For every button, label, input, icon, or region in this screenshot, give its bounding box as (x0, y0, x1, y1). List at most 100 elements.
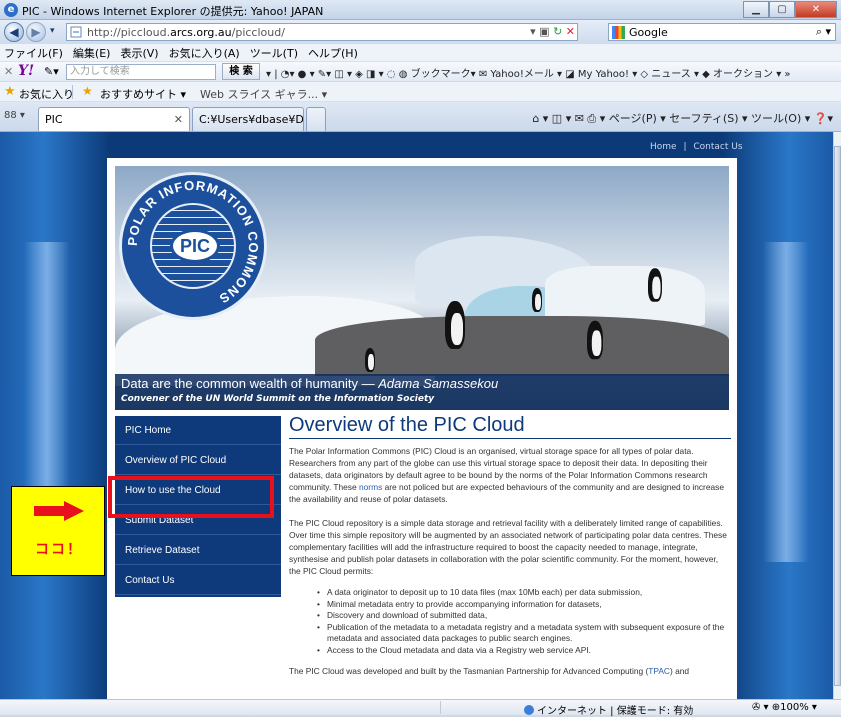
web-slice-gallery-button[interactable]: Web スライス ギャラ... ▾ (200, 86, 327, 102)
tab-bar: 88 ▾ PIC ✕ C:¥Users¥dbase¥Deskt... ⌂ ▾ ◫… (0, 102, 841, 132)
favorites-bar: ★ お気に入り ★ おすすめサイト ▾ Web スライス ギャラ... ▾ (0, 82, 841, 102)
menu-edit[interactable]: 編集(E) (73, 45, 111, 61)
tab-pic-label: PIC (45, 113, 63, 126)
ie-logo-icon: e (4, 3, 18, 17)
google-icon (612, 26, 625, 39)
nav-retrieve-dataset[interactable]: Retrieve Dataset (115, 536, 281, 565)
page-container: POLAR INFORMATION COMMONS PIC Data are t… (107, 158, 737, 699)
banner-caption: Data are the common wealth of humanity —… (115, 374, 729, 410)
list-item: A data originator to deposit up to 10 da… (317, 587, 731, 599)
norms-link[interactable]: norms (359, 482, 382, 492)
close-button[interactable]: ✕ (795, 1, 837, 18)
menu-tools[interactable]: ツール(T) (250, 45, 298, 61)
search-box[interactable]: Google ⌕ ▾ (608, 23, 836, 41)
yahoo-toolbar: ✕ Y! ✎▾ 入力して検索 検 索 ▾ | ◔▾ ● ▾ ✎▾ ◫ ▾ ◈ ◨… (0, 62, 841, 82)
window-title: PIC - Windows Internet Explorer の提供元: Ya… (22, 5, 324, 18)
quick-tabs-button[interactable]: 88 ▾ (4, 110, 25, 121)
maximize-button[interactable]: ▢ (769, 1, 795, 18)
paragraph-text: The PIC Cloud was developed and built by… (289, 665, 649, 676)
menu-bar: ファイル(F) 編集(E) 表示(V) お気に入り(A) ツール(T) ヘルプ(… (0, 44, 841, 62)
top-link-separator: | (683, 142, 687, 152)
page-viewport: Home | Contact Us POLAR INFORMATION COMM… (0, 132, 833, 699)
feature-list: A data originator to deposit up to 10 da… (317, 587, 731, 657)
tab-local-file-label: C:¥Users¥dbase¥Deskt... (199, 113, 304, 126)
caption-quote: Data are the common wealth of humanity — (121, 376, 379, 391)
zoom-control[interactable]: ✇ ▾ ⊕100% ▾ (752, 702, 817, 713)
main-content: Overview of the PIC Cloud The Polar Info… (289, 414, 731, 677)
address-tools[interactable]: ▾ ▣ ↻ ✕ (530, 25, 575, 38)
logo-globe: PIC (150, 203, 236, 289)
list-item: Access to the Cloud metadata and data vi… (317, 645, 731, 657)
page-icon (70, 26, 82, 38)
submit-dataset-highlight-box (108, 476, 274, 518)
paragraph-credits: The PIC Cloud was developed and built by… (289, 665, 731, 677)
nav-overview[interactable]: Overview of PIC Cloud (115, 446, 281, 475)
url-prefix: http://piccloud. (87, 26, 171, 39)
vertical-scrollbar[interactable] (833, 132, 841, 699)
menu-view[interactable]: 表示(V) (120, 45, 158, 61)
tab-pic[interactable]: PIC ✕ (38, 107, 190, 131)
paragraph-repository: The PIC Cloud repository is a simple dat… (289, 518, 727, 576)
toolbar-search-button[interactable]: 検 索 (222, 63, 260, 80)
toolbar-close-icon[interactable]: ✕ (4, 65, 13, 78)
penguin-image (445, 301, 465, 349)
page-heading: Overview of the PIC Cloud (289, 414, 731, 439)
header-banner: POLAR INFORMATION COMMONS PIC Data are t… (115, 166, 729, 410)
menu-help[interactable]: ヘルプ(H) (308, 45, 358, 61)
back-button[interactable]: ◀ (4, 22, 24, 42)
menu-favorites[interactable]: お気に入り(A) (169, 45, 240, 61)
url-field[interactable]: http://piccloud.arcs.org.au/piccloud/ ▾ … (66, 23, 578, 41)
logo-text: PIC (170, 229, 220, 263)
scrollbar-thumb[interactable] (834, 146, 841, 686)
search-provider: Google (629, 26, 668, 39)
globe-icon (524, 705, 534, 715)
nav-pic-home[interactable]: PIC Home (115, 416, 281, 445)
penguin-image (532, 288, 542, 312)
suggested-sites-button[interactable]: おすすめサイト ▾ (100, 86, 186, 102)
forward-button[interactable]: ▶ (26, 22, 46, 42)
command-bar[interactable]: ⌂ ▾ ◫ ▾ ✉ ⎙ ▾ ページ(P) ▾ セーフティ(S) ▾ ツール(O)… (532, 110, 833, 126)
paragraph-text: ) and (669, 665, 690, 676)
home-link[interactable]: Home (650, 142, 677, 152)
browser-window: e PIC - Windows Internet Explorer の提供元: … (0, 0, 841, 717)
list-item: Discovery and download of submitted data… (317, 610, 731, 622)
penguin-image (587, 320, 603, 360)
status-cells (440, 701, 520, 714)
rocks-image (315, 316, 729, 376)
add-favorite-icon[interactable]: ★ (82, 84, 93, 98)
yahoo-logo-icon[interactable]: Y! (18, 63, 34, 79)
divider (72, 85, 73, 99)
list-item: Publication of the metadata to a metadat… (317, 622, 731, 645)
window-controls: ▁ ▢ ✕ (743, 1, 837, 18)
penguin-image (648, 268, 662, 302)
pencil-icon[interactable]: ✎▾ (44, 65, 59, 78)
toolbar-search-input[interactable]: 入力して検索 (66, 64, 216, 80)
tpac-link[interactable]: TPAC (648, 666, 670, 676)
tab-close-icon[interactable]: ✕ (174, 113, 183, 126)
minimize-button[interactable]: ▁ (743, 1, 769, 18)
favorites-button[interactable]: お気に入り (19, 86, 74, 102)
nav-contact-us[interactable]: Contact Us (115, 566, 281, 595)
tab-local-file[interactable]: C:¥Users¥dbase¥Deskt... (192, 107, 304, 131)
refresh-icon[interactable]: ↻ (553, 25, 562, 38)
history-dropdown-icon[interactable]: ▾ (50, 26, 55, 36)
caption-subtitle: Convener of the UN World Summit on the I… (121, 394, 435, 404)
penguin-image (365, 348, 375, 372)
address-bar: ◀ ▶ ▾ http://piccloud.arcs.org.au/picclo… (0, 20, 841, 44)
menu-file[interactable]: ファイル(F) (4, 45, 63, 61)
list-item: Minimal metadata entry to provide accomp… (317, 599, 731, 611)
url-domain: arcs.org.au (170, 26, 232, 39)
top-links: Home | Contact Us (650, 142, 743, 152)
stop-icon[interactable]: ✕ (566, 25, 575, 38)
toolbar-buttons[interactable]: ▾ | ◔▾ ● ▾ ✎▾ ◫ ▾ ◈ ◨ ▾ ◌ ◍ ブックマーク▾ ✉ Ya… (266, 65, 791, 80)
search-icon[interactable]: ⌕ ▾ (816, 25, 831, 39)
security-zone-label: インターネット | 保護モード: 有効 (537, 706, 694, 717)
url-suffix: /piccloud/ (231, 26, 285, 39)
compat-icon[interactable]: ▣ (539, 25, 549, 38)
status-bar: インターネット | 保護モード: 有効 ✇ ▾ ⊕100% ▾ (0, 699, 841, 717)
background-light-right (763, 242, 809, 562)
new-tab-button[interactable] (306, 107, 326, 131)
title-bar: e PIC - Windows Internet Explorer の提供元: … (0, 0, 841, 20)
contact-link[interactable]: Contact Us (693, 142, 742, 152)
favorites-star-icon[interactable]: ★ (4, 84, 16, 99)
